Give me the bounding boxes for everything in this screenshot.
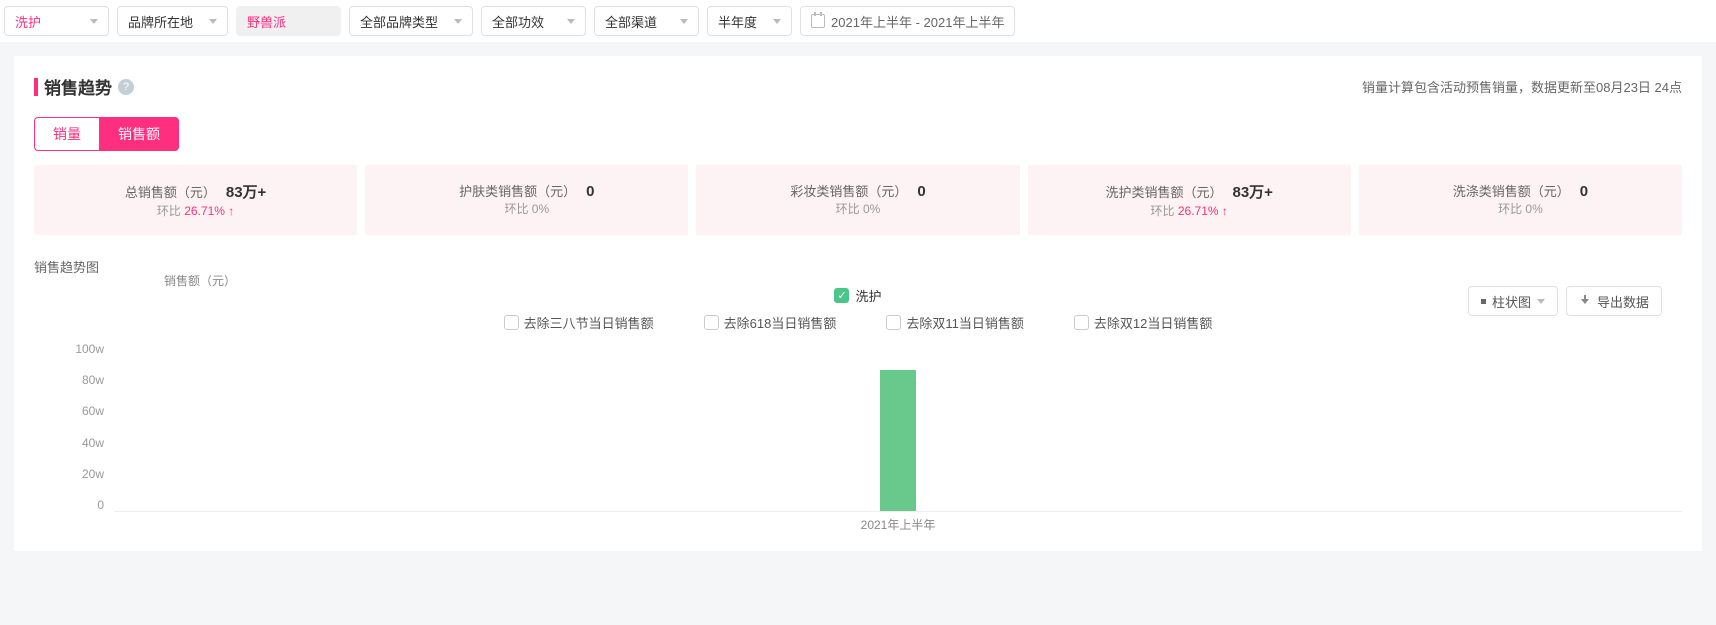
y-tick: 20w (34, 467, 104, 481)
chevron-down-icon (680, 19, 688, 24)
metric-tabs: 销量 销售额 (34, 117, 1682, 151)
tab-amount[interactable]: 销售额 (99, 117, 179, 151)
filter-bar: 洗护 品牌所在地 野兽派 全部品牌类型 全部功效 全部渠道 半年度 2021年上… (0, 0, 1716, 42)
y-tick: 40w (34, 436, 104, 450)
date-range-picker[interactable]: 2021年上半年 - 2021年上半年 (800, 6, 1015, 36)
plot-area (114, 342, 1682, 512)
section-header: 销售趋势 ? 销量计算包含活动预售销量，数据更新至08月23日 24点 (34, 74, 1682, 99)
filter-category-label: 洗护 (15, 12, 41, 31)
chevron-down-icon (209, 19, 217, 24)
summary-card: 洗涤类销售额（元） 0环比 0% (1359, 165, 1682, 235)
legend-checkbox[interactable]: ✓ (834, 288, 849, 303)
card-label: 洗涤类销售额（元） (1453, 184, 1570, 199)
update-note: 销量计算包含活动预售销量，数据更新至08月23日 24点 (1362, 77, 1682, 96)
filter-period[interactable]: 半年度 (707, 6, 792, 36)
card-value: 0 (1580, 183, 1588, 200)
checkbox-label: 去除双11当日销售额 (906, 313, 1024, 332)
card-value: 0 (917, 183, 925, 200)
card-label: 总销售额（元） (125, 185, 216, 200)
exclusion-checkbox[interactable]: 去除双12当日销售额 (1074, 313, 1212, 332)
chart-type-label: 柱状图 (1492, 292, 1531, 311)
chart-type-select[interactable]: 柱状图 (1468, 286, 1558, 316)
filter-channel-label: 全部渠道 (605, 12, 657, 31)
section-title-text: 销售趋势 (44, 74, 112, 99)
chevron-down-icon (773, 19, 781, 24)
summary-cards: 总销售额（元）83万+环比 26.71% ↑护肤类销售额（元）0环比 0%彩妆类… (34, 165, 1682, 235)
bar (880, 370, 916, 511)
calendar-icon (811, 14, 825, 28)
y-tick: 100w (34, 342, 104, 356)
section-title: 销售趋势 ? (34, 74, 134, 99)
export-button[interactable]: 导出数据 (1566, 286, 1662, 316)
title-accent (34, 78, 38, 96)
card-label: 洗护类销售额（元） (1105, 185, 1222, 200)
x-tick: 2021年上半年 (114, 516, 1682, 533)
checkbox-icon (504, 315, 519, 330)
card-label: 护肤类销售额（元） (459, 184, 576, 199)
summary-card: 洗护类销售额（元） 83万+环比 26.71% ↑ (1028, 165, 1351, 235)
legend-label: 洗护 (855, 286, 881, 305)
card-value: 83万+ (1232, 184, 1272, 201)
filter-brand-type-label: 全部品牌类型 (360, 12, 438, 31)
y-tick: 60w (34, 404, 104, 418)
card-hb: 环比 0% (375, 200, 678, 217)
legend: ✓ 洗护 (34, 286, 1682, 305)
card-hb: 环比 0% (706, 200, 1009, 217)
exclusion-checkbox[interactable]: 去除三八节当日销售额 (504, 313, 654, 332)
filter-brand-type[interactable]: 全部品牌类型 (349, 6, 473, 36)
chevron-down-icon (454, 19, 462, 24)
card-hb: 环比 26.71% ↑ (44, 202, 347, 219)
summary-card: 彩妆类销售额（元） 0环比 0% (696, 165, 1019, 235)
help-icon[interactable]: ? (118, 79, 134, 95)
checkbox-label: 去除双12当日销售额 (1094, 313, 1212, 332)
chevron-down-icon (90, 19, 98, 24)
exclusion-checkbox[interactable]: 去除双11当日销售额 (886, 313, 1024, 332)
y-tick: 80w (34, 373, 104, 387)
export-label: 导出数据 (1597, 292, 1649, 311)
checkbox-label: 去除三八节当日销售额 (524, 313, 654, 332)
summary-card: 护肤类销售额（元） 0环比 0% (365, 165, 688, 235)
checkbox-icon (1074, 315, 1089, 330)
download-icon (1579, 295, 1591, 307)
chart-subtitle: 销售趋势图 (34, 257, 1682, 276)
filter-channel[interactable]: 全部渠道 (594, 6, 699, 36)
chart-controls: 柱状图 导出数据 (1468, 286, 1662, 316)
card-value: 83万+ (226, 184, 266, 201)
checkbox-icon (886, 315, 901, 330)
main-panel: 销售趋势 ? 销量计算包含活动预售销量，数据更新至08月23日 24点 销量 销… (14, 56, 1702, 551)
y-ticks: 100w 80w 60w 40w 20w 0 (34, 342, 114, 512)
filter-period-label: 半年度 (718, 12, 757, 31)
card-hb: 环比 0% (1369, 200, 1672, 217)
bar-icon (1481, 299, 1486, 304)
y-tick: 0 (34, 498, 104, 512)
filter-category[interactable]: 洗护 (4, 6, 109, 36)
filter-origin[interactable]: 品牌所在地 (117, 6, 228, 36)
checkbox-icon (704, 315, 719, 330)
filter-efficacy-label: 全部功效 (492, 12, 544, 31)
exclusion-checkboxes: 去除三八节当日销售额 去除618当日销售额 去除双11当日销售额 去除双12当日销售额 (34, 313, 1682, 332)
chart-area: 柱状图 导出数据 ✓ 洗护 去除三八节当日销售额 去除618当日销售额 去除双11当… (34, 286, 1682, 533)
summary-card: 总销售额（元） 83万+环比 26.71% ↑ (34, 165, 357, 235)
chart: 100w 80w 60w 40w 20w 0 (34, 342, 1682, 512)
chevron-down-icon (1537, 299, 1545, 304)
tab-volume[interactable]: 销量 (34, 117, 99, 151)
y-axis-label: 销售额（元） (164, 272, 236, 289)
card-value: 0 (586, 183, 594, 200)
checkbox-label: 去除618当日销售额 (724, 313, 837, 332)
filter-brand[interactable]: 野兽派 (236, 6, 341, 36)
filter-brand-label: 野兽派 (247, 12, 286, 31)
chevron-down-icon (567, 19, 575, 24)
filter-efficacy[interactable]: 全部功效 (481, 6, 586, 36)
filter-origin-label: 品牌所在地 (128, 12, 193, 31)
card-hb: 环比 26.71% ↑ (1038, 202, 1341, 219)
card-label: 彩妆类销售额（元） (790, 184, 907, 199)
date-range-label: 2021年上半年 - 2021年上半年 (831, 12, 1004, 31)
exclusion-checkbox[interactable]: 去除618当日销售额 (704, 313, 837, 332)
